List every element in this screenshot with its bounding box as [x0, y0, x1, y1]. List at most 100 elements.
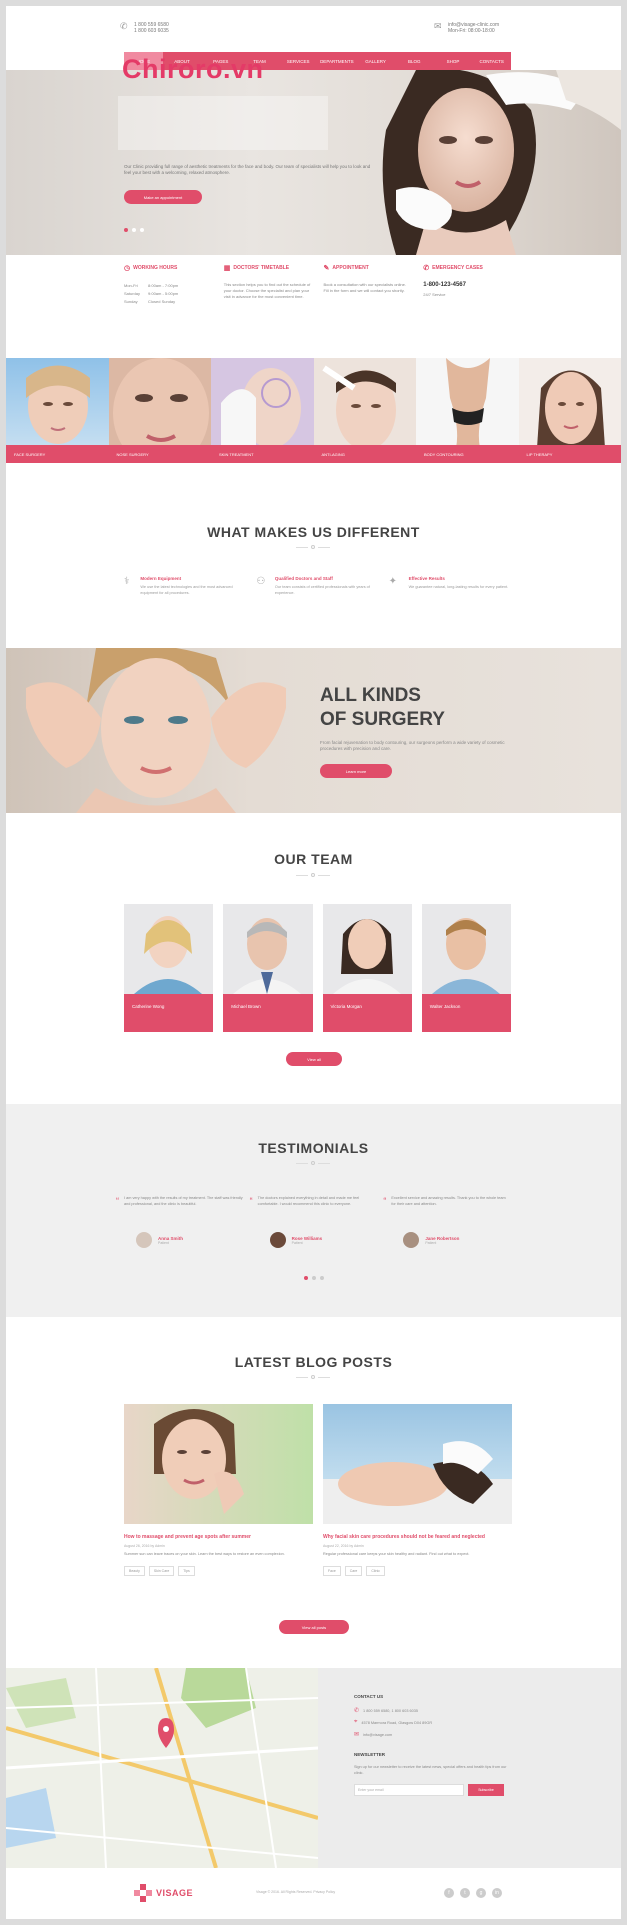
appointment-title[interactable]: ✎ Appointment — [324, 264, 412, 272]
view-all-posts-button[interactable]: View all posts — [279, 1620, 349, 1634]
doctors-timetable-title[interactable]: ▦ Doctors' Timetable — [224, 264, 312, 272]
nav-item-gallery[interactable]: Gallery — [356, 52, 395, 70]
info-columns: ◷ Working Hours Mon-Fri 8:00am - 7:00pm Sa… — [124, 264, 511, 364]
blog-image[interactable] — [323, 1404, 512, 1524]
author-role: Patient — [291, 1240, 303, 1245]
team-card[interactable]: Michael Brown — [223, 904, 313, 1032]
facebook-icon[interactable]: f — [444, 1888, 454, 1898]
google-plus-icon[interactable]: g — [476, 1888, 486, 1898]
page-frame: ✆ 1 800 559 6580 1 800 603 6035 ✉ info@v… — [6, 6, 621, 1919]
team-card[interactable]: Victoria Morgan — [322, 904, 412, 1032]
procedure-card[interactable]: Lip Therapy — [518, 358, 621, 463]
envelope-icon: ✉ — [354, 1732, 360, 1738]
tag[interactable]: Face — [323, 1565, 341, 1576]
location-map[interactable] — [6, 1668, 318, 1868]
nav-item-blog[interactable]: Blog — [395, 52, 434, 70]
author-role: Patient — [425, 1240, 437, 1245]
feature-item: ⚕ Modern Equipment We use the latest tech… — [124, 576, 246, 596]
team-card[interactable]: Walter Jackson — [421, 904, 511, 1032]
blog-post-title[interactable]: How to massage and prevent age spots aft… — [124, 1534, 313, 1541]
procedure-label: Lip Therapy — [518, 445, 621, 463]
procedure-card[interactable]: Body Contouring — [416, 358, 519, 463]
nav-item-shop[interactable]: Shop — [434, 52, 473, 70]
different-title: WHAT MAKES US DIFFERENT — [207, 524, 420, 540]
top-phone-line-2: 1 800 603 6035 — [134, 28, 169, 34]
linkedin-icon[interactable]: in — [492, 1888, 502, 1898]
newsletter-email-input[interactable]: Enter your email — [354, 1784, 464, 1796]
footer-logo[interactable]: VISAGE — [134, 1884, 193, 1902]
quote-icon: “ — [116, 1196, 119, 1206]
subscribe-button[interactable]: Subscribe — [468, 1784, 504, 1796]
surgery-heading: ALL KINDS OF SURGERY — [320, 684, 445, 732]
avatar — [269, 1232, 286, 1248]
slider-dot-1[interactable] — [124, 228, 128, 232]
slider-dot-2[interactable] — [132, 228, 136, 232]
section-divider — [293, 872, 333, 878]
hours-row: Sunday Closed Sunday — [124, 298, 186, 306]
hours-row: Saturday 9:00am - 5:00pm — [124, 290, 186, 298]
twitter-icon[interactable]: t — [460, 1888, 470, 1898]
surgery-model-image — [26, 648, 286, 813]
tag[interactable]: Tips — [178, 1565, 195, 1576]
testimonial-text: I am very happy with the results of my t… — [124, 1196, 243, 1206]
top-bar: ✆ 1 800 559 6580 1 800 603 6035 ✉ info@v… — [6, 6, 621, 54]
blog-list: How to massage and prevent age spots aft… — [124, 1404, 512, 1576]
team-member-name: Walter Jackson — [429, 1004, 461, 1009]
procedure-card[interactable]: Nose Surgery — [108, 358, 211, 463]
quote-icon: “ — [249, 1196, 253, 1206]
doctors-timetable: ▦ Doctors' Timetable This section helps y… — [224, 264, 312, 364]
blog-post-meta: August 22, 2016 by Admin — [323, 1544, 364, 1548]
feature-title: Qualified Doctors and Staff — [274, 576, 333, 581]
procedure-card[interactable]: Anti-Aging — [313, 358, 416, 463]
team-photo — [421, 904, 511, 994]
section-divider — [293, 544, 333, 550]
emergency-phone[interactable]: 1-800-123-4567 — [423, 282, 511, 288]
surgery-learn-more-button[interactable]: Learn more — [320, 764, 392, 778]
slider-dot-3[interactable] — [140, 228, 144, 232]
testimonial-dot-3[interactable] — [320, 1276, 324, 1280]
contact-email[interactable]: info@visage.com — [363, 1733, 392, 1737]
working-hours: ◷ Working Hours Mon-Fri 8:00am - 7:00pm Sa… — [124, 264, 212, 364]
blog-image[interactable] — [124, 1404, 313, 1524]
blog-post-tags: Face Care Clinic — [323, 1565, 512, 1576]
testimonial-item: “ Excellent service and amazing results.… — [383, 1196, 511, 1248]
top-contact: ✉ info@visage-clinic.com Mon-Fri: 08:00-… — [434, 22, 499, 35]
contact-email-row: ✉ info@visage.com — [354, 1731, 514, 1738]
blog-post: How to massage and prevent age spots aft… — [124, 1404, 313, 1576]
nav-item-services[interactable]: Services — [279, 52, 318, 70]
testimonial-item: “ I am very happy with the results of my… — [116, 1196, 244, 1248]
contact-phone[interactable]: 1 800 559 6580, 1 800 603 6035 — [363, 1709, 418, 1713]
testimonial-dot-1[interactable] — [304, 1276, 308, 1280]
hero-description: Our Clinic providing full range of aesth… — [124, 164, 371, 175]
tag[interactable]: Skin Care — [148, 1565, 175, 1576]
working-hours-label: Working Hours — [133, 265, 178, 271]
testimonial-item: “ The doctors explained everything in de… — [250, 1196, 378, 1248]
edit-icon: ✎ — [323, 265, 330, 272]
procedure-card[interactable]: Face Surgery — [6, 358, 109, 463]
tag[interactable]: Care — [344, 1565, 363, 1576]
nav-item-contacts[interactable]: Contacts — [472, 52, 511, 70]
results-icon: ✦ — [388, 576, 398, 587]
hours-day: Saturday — [124, 291, 141, 296]
tag[interactable]: Beauty — [124, 1565, 145, 1576]
emergency-label: Emergency Cases — [432, 265, 483, 271]
nav-item-departments[interactable]: Departments — [318, 52, 357, 70]
view-all-team-button[interactable]: View all — [286, 1052, 342, 1066]
surgery-banner: ALL KINDS OF SURGERY From facial rejuven… — [6, 648, 621, 813]
appointment-button[interactable]: Make an appointment — [124, 190, 202, 204]
contact-info: Contact us ✆ 1 800 559 6580, 1 800 603 60… — [354, 1694, 514, 1796]
clock-icon: ◷ — [124, 265, 131, 272]
blog-post-title[interactable]: Why facial skin care procedures should n… — [323, 1534, 512, 1541]
team-member-name: Michael Brown — [231, 1004, 261, 1009]
author-role: Patient — [158, 1240, 169, 1245]
testimonial-author: Jane Robertson Patient — [391, 1232, 511, 1248]
team-photo — [124, 904, 214, 994]
team-photo — [223, 904, 313, 994]
hours-row: Mon-Fri 8:00am - 7:00pm — [124, 282, 186, 290]
testimonial-dot-2[interactable] — [312, 1276, 316, 1280]
team-card[interactable]: Catherine Wong — [124, 904, 214, 1032]
procedure-card[interactable]: Skin Treatment — [211, 358, 314, 463]
tag[interactable]: Clinic — [366, 1565, 385, 1576]
emergency-text: 24/7 Service — [423, 292, 446, 297]
feature-text: We use the latest technologies and the m… — [140, 585, 233, 595]
